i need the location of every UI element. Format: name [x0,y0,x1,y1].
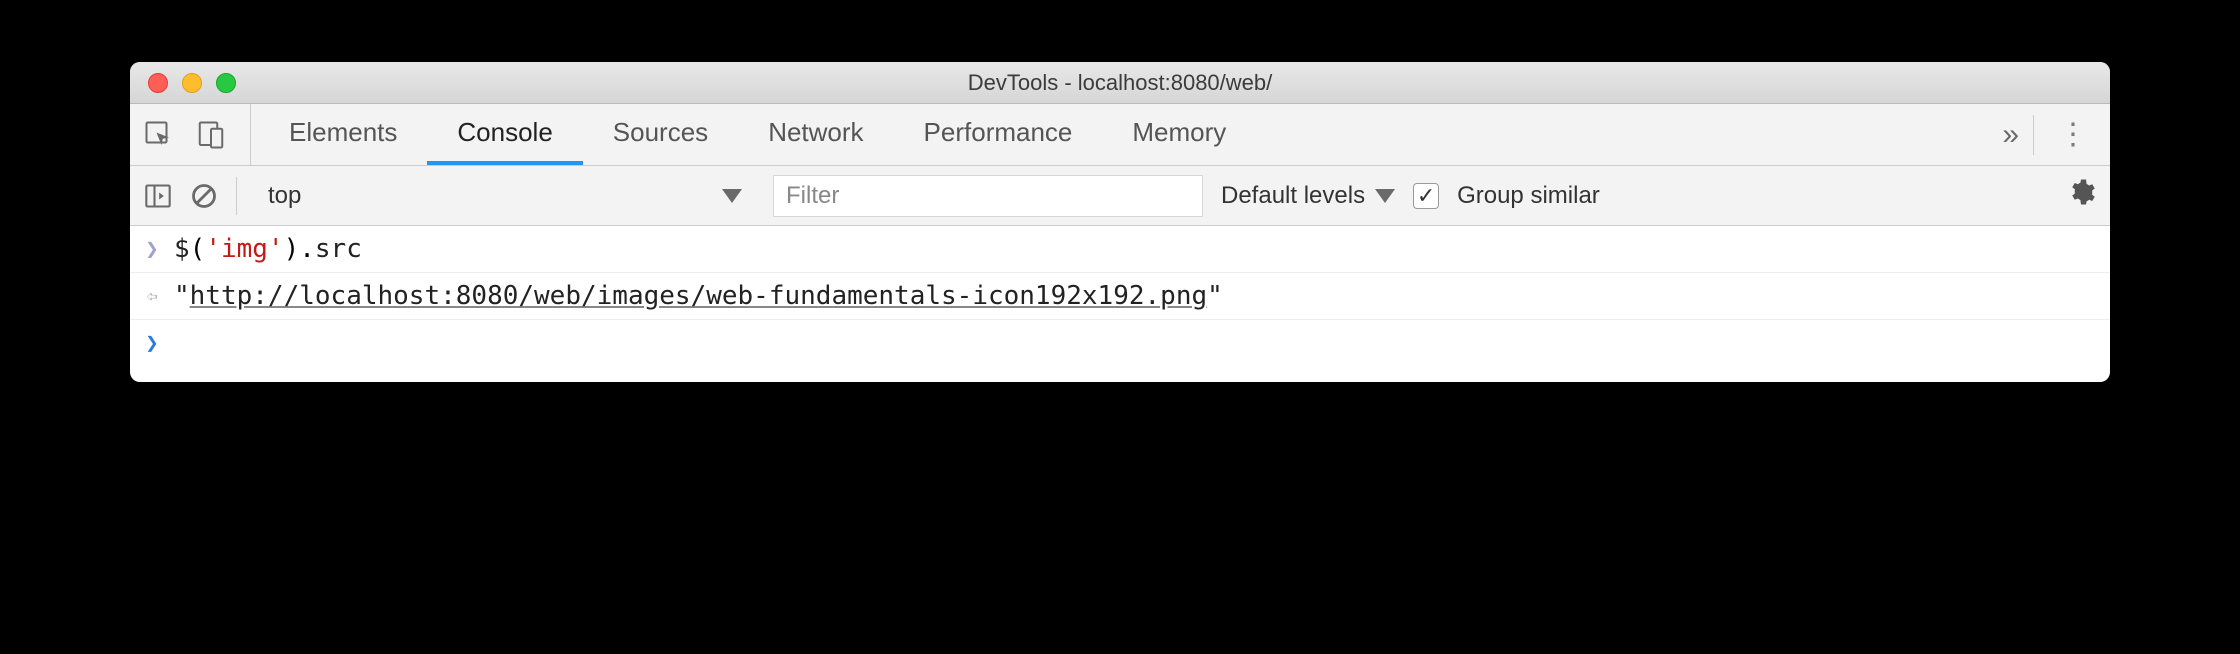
panel-tabs: Elements Console Sources Network Perform… [259,104,1256,165]
levels-label: Default levels [1221,182,1365,210]
console-input-code: $('img').src [174,234,362,264]
chevron-down-icon [1375,189,1395,203]
traffic-lights [130,73,236,93]
tabstrip-right: » ⋮ [2002,104,2110,165]
toolbar-left-icons [144,104,251,165]
token-function: $ [174,234,190,264]
console-settings-icon[interactable] [2066,177,2096,214]
tab-elements[interactable]: Elements [259,104,427,165]
tab-label: Elements [289,117,397,148]
tab-label: Performance [924,117,1073,148]
device-toolbar-icon[interactable] [196,120,226,150]
tab-label: Sources [613,117,708,148]
tab-memory[interactable]: Memory [1102,104,1256,165]
divider [2033,115,2034,155]
token-paren: ) [284,234,300,264]
tab-label: Console [457,117,552,148]
divider [236,177,237,215]
group-similar-checkbox[interactable] [1413,183,1439,209]
console-toolbar: top Default levels Group similar [130,166,2110,226]
token-dot: . [299,234,315,264]
tab-performance[interactable]: Performance [894,104,1103,165]
prompt-icon: ❯ [140,331,164,356]
console-prompt-input[interactable] [174,328,1934,358]
show-console-sidebar-icon[interactable] [144,182,172,210]
log-levels-selector[interactable]: Default levels [1221,182,1395,210]
clear-console-icon[interactable] [190,182,218,210]
execution-context-selector[interactable]: top [255,175,755,217]
output-arrow-icon: ➪ [140,284,164,308]
titlebar: DevTools - localhost:8080/web/ [130,62,2110,104]
settings-menu-icon[interactable]: ⋮ [2054,117,2092,152]
input-prompt-icon: ❯ [140,237,164,262]
token-string: 'img' [205,234,283,264]
quote: " [1207,281,1223,311]
context-label: top [268,182,301,210]
tab-label: Network [768,117,863,148]
devtools-window: DevTools - localhost:8080/web/ Elements … [130,62,2110,382]
console-input-row: ❯ $('img').src [130,226,2110,273]
tab-network[interactable]: Network [738,104,893,165]
panel-tabstrip: Elements Console Sources Network Perform… [130,104,2110,166]
console-prompt-row[interactable]: ❯ [130,320,2110,382]
console-body: ❯ $('img').src ➪ "http://localhost:8080/… [130,226,2110,382]
inspect-element-icon[interactable] [144,120,174,150]
filter-input[interactable] [773,175,1203,217]
close-window-button[interactable] [148,73,168,93]
token-paren: ( [190,234,206,264]
chevron-down-icon [722,189,742,203]
output-url[interactable]: http://localhost:8080/web/images/web-fun… [190,281,1207,311]
console-output-row: ➪ "http://localhost:8080/web/images/web-… [130,273,2110,320]
token-property: src [315,234,362,264]
quote: " [174,281,190,311]
tab-sources[interactable]: Sources [583,104,738,165]
window-title: DevTools - localhost:8080/web/ [130,70,2110,96]
console-output-value: "http://localhost:8080/web/images/web-fu… [174,281,1223,311]
zoom-window-button[interactable] [216,73,236,93]
tab-label: Memory [1132,117,1226,148]
minimize-window-button[interactable] [182,73,202,93]
more-tabs-icon[interactable]: » [2002,118,2013,152]
tab-console[interactable]: Console [427,104,582,165]
group-similar-label[interactable]: Group similar [1457,182,1600,210]
